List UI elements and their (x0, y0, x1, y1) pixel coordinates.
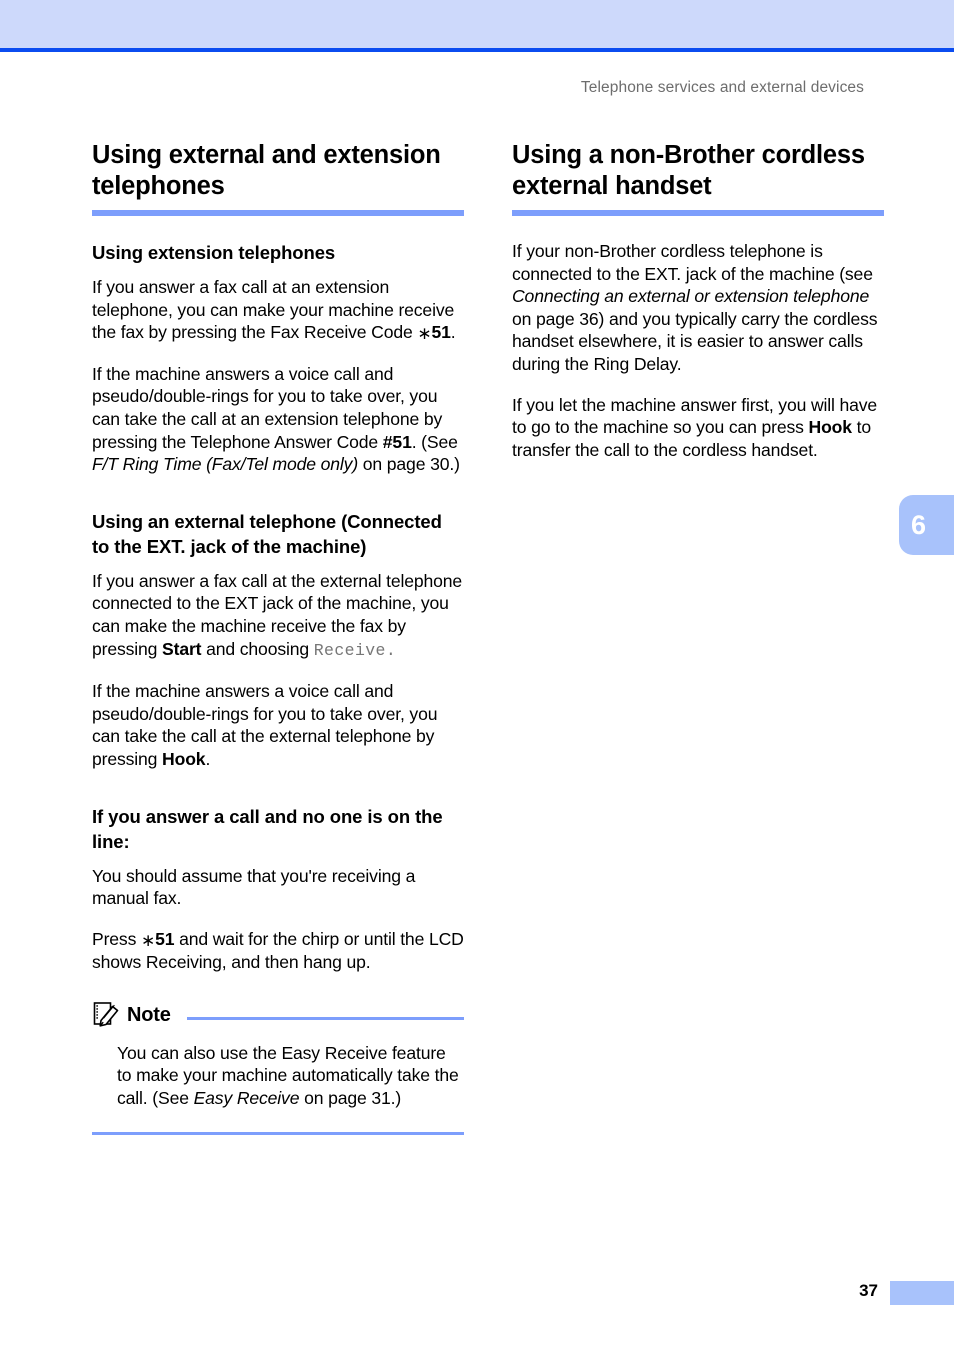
subheading-no-one-on-the-line: If you answer a call and no one is on th… (92, 805, 443, 852)
page-number: 37 (859, 1281, 878, 1300)
text-run: If you answer a fax call at an extension… (92, 277, 455, 343)
text-run: If your non-Brother cordless telephone i… (512, 241, 873, 284)
text-run: Press (92, 928, 141, 949)
chapter-tab: 6 (899, 495, 954, 555)
note-footer-rule (92, 1131, 464, 1135)
text-run: If the machine answers a voice call and … (92, 681, 438, 769)
text-run-bold: #51 (382, 431, 412, 452)
text-run: . (205, 748, 211, 769)
note-header: Note (92, 1000, 464, 1032)
paragraph-easy-receive: You can also use the Easy Receive featur… (117, 1042, 464, 1110)
note-label: Note (127, 1004, 171, 1027)
text-run-bold: Hook (808, 417, 853, 438)
note-header-rule (186, 1017, 464, 1021)
note-body: You can also use the Easy Receive featur… (92, 1032, 464, 1110)
footer-accent-block (890, 1281, 954, 1305)
page-title-left: Using external and extension telephones (92, 141, 441, 200)
text-run-bold: Start (162, 638, 202, 659)
subheading-using-external-telephone: Using an external telephone (Connected t… (92, 510, 442, 557)
cross-reference-easy-receive: Easy Receive (193, 1088, 300, 1109)
page-content: Using external and extension telephones … (0, 0, 954, 1348)
text-run: on page 30.) (358, 454, 460, 475)
text-run: . (See (411, 431, 458, 452)
text-run: on page 31.) (299, 1088, 402, 1109)
text-run-bold: 51 (431, 322, 451, 343)
paragraph-cordless-connected: If your non-Brother cordless telephone i… (512, 240, 884, 376)
paragraph-cordless-transfer: If you let the machine answer first, you… (512, 394, 884, 462)
text-run-bold: 51 (155, 928, 175, 949)
paragraph-external-fax-receive: If you answer a fax call at the external… (92, 570, 464, 662)
paragraph-press-51: Press ∗51 and wait for the chirp or unti… (92, 928, 464, 974)
right-column: Using a non-Brother cordless external ha… (512, 140, 884, 461)
paragraph-manual-fax: You should assume that you're receiving … (92, 865, 416, 909)
left-column: Using external and extension telephones … (92, 140, 464, 1135)
cross-reference-connecting-telephone: Connecting an external or extension tele… (512, 286, 870, 307)
note-callout: Note You can also use the Easy Receive f… (92, 1000, 464, 1135)
paragraph-extension-fax-receive: If you answer a fax call at an extension… (92, 276, 464, 345)
note-pencil-icon (92, 1000, 122, 1030)
asterisk-glyph: ∗ (140, 930, 156, 951)
section-title-rule-right (512, 210, 884, 216)
text-run-bold: Hook (162, 748, 206, 769)
text-run: on page 36) and you typically carry the … (512, 308, 878, 374)
page-title-right: Using a non-Brother cordless external ha… (512, 141, 865, 200)
paragraph-extension-voice-call: If the machine answers a voice call and … (92, 363, 464, 476)
subheading-using-extension-telephones: Using extension telephones (92, 242, 336, 263)
text-run: and choosing (201, 638, 314, 659)
cross-reference-ft-ring-time: F/T Ring Time (Fax/Tel mode only) (92, 454, 359, 475)
lcd-value-receive: Receive. (313, 640, 397, 660)
text-run: . (450, 322, 456, 343)
paragraph-external-voice-call: If the machine answers a voice call and … (92, 680, 464, 770)
section-title-rule-left (92, 210, 464, 216)
asterisk-glyph: ∗ (417, 324, 432, 345)
